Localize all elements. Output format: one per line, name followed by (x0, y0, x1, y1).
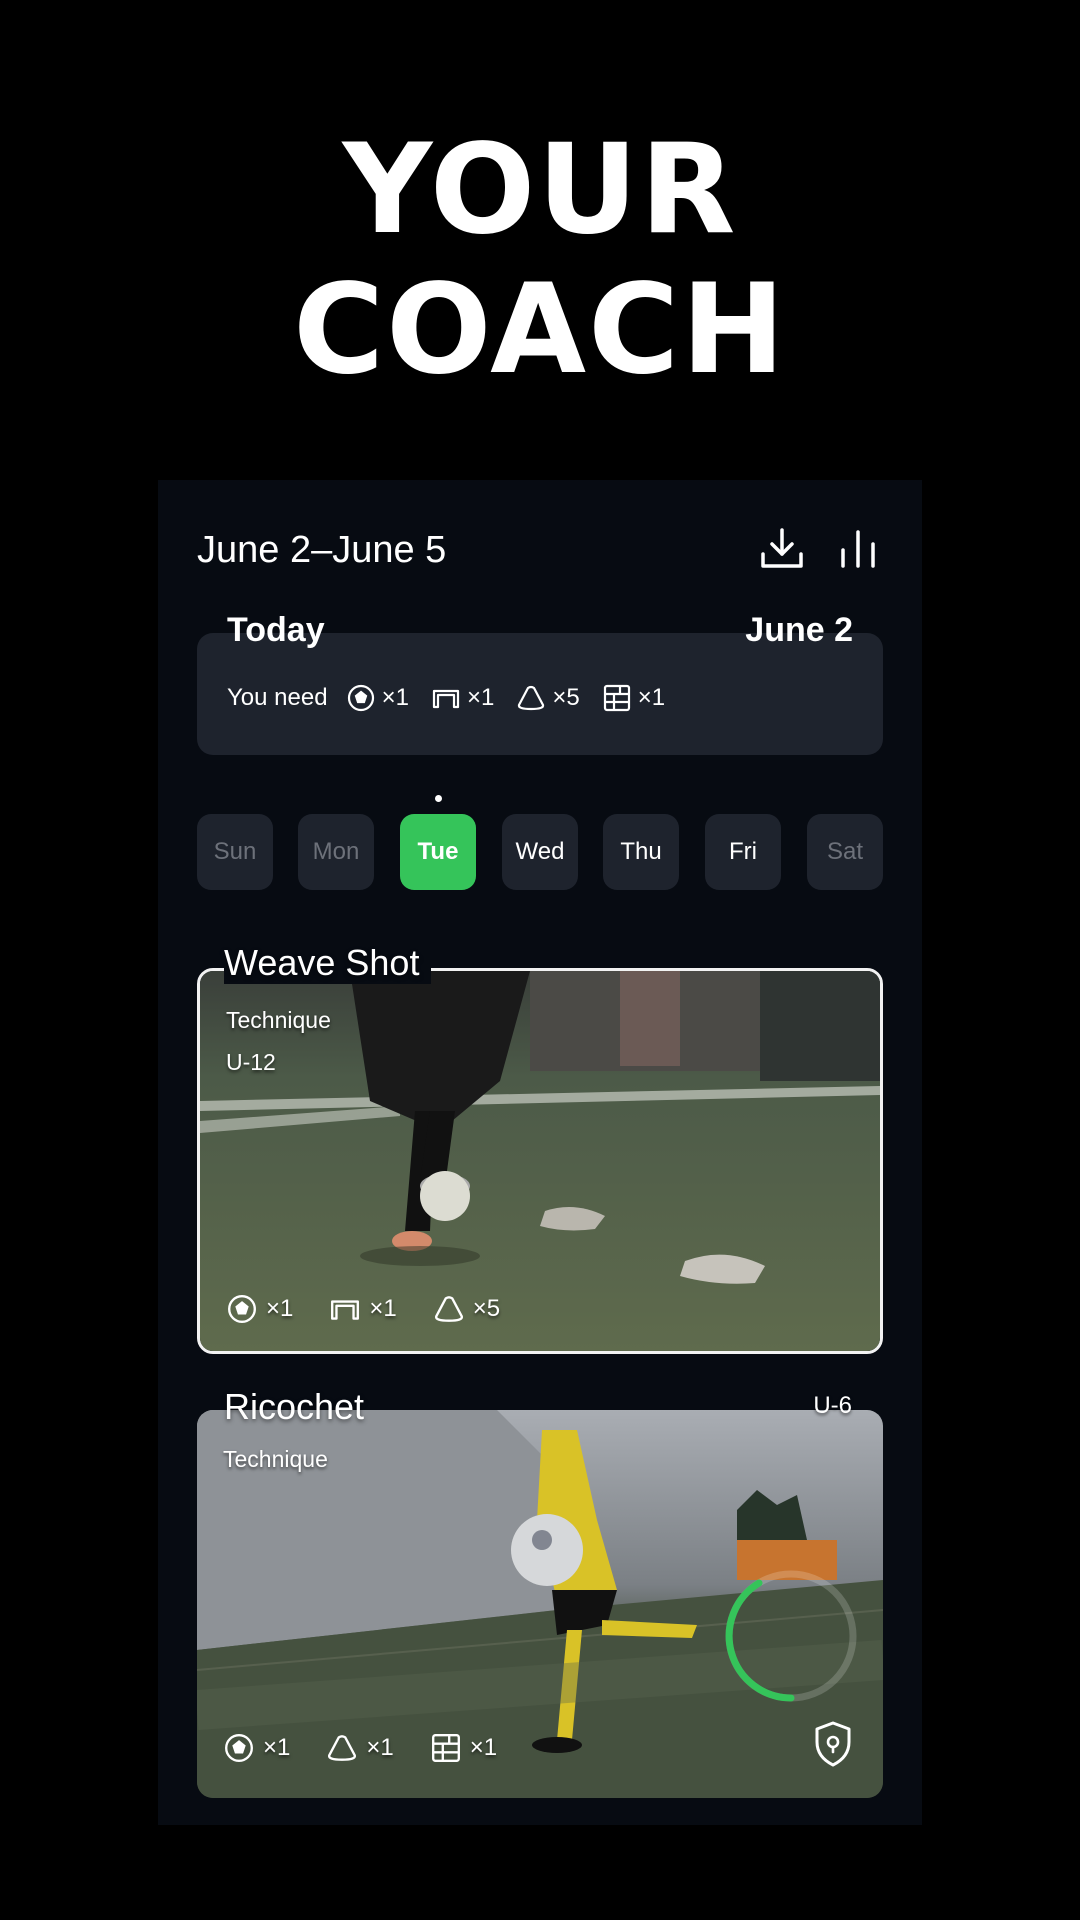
today-indicator-dot (435, 795, 442, 802)
hero-line-2: COACH (293, 258, 787, 402)
cone-icon (328, 1735, 357, 1761)
ball-icon (225, 1734, 253, 1762)
today-title: Today (227, 611, 325, 649)
equipment-ball: ×1 (226, 1293, 293, 1325)
day-sat[interactable]: Sat (807, 814, 883, 890)
day-sun[interactable]: Sun (197, 814, 273, 890)
date-range: June 2–June 5 (197, 529, 447, 571)
drill-card-weave-shot[interactable]: Technique U-12 ×1 ×1 ×5 (197, 968, 883, 1354)
equipment-goal: ×1 (329, 1293, 397, 1325)
equipment-goal: ×1 (431, 683, 494, 713)
top-bar: June 2–June 5 (197, 518, 883, 582)
drill-age: U-12 (226, 1049, 276, 1075)
drill-card-ricochet[interactable]: Technique ×1 ×1 ×1 (197, 1410, 883, 1798)
goal-icon (331, 1300, 360, 1320)
day-tue[interactable]: Tue (400, 814, 476, 890)
equipment-ball: ×1 (346, 683, 409, 713)
equipment-cone: ×5 (433, 1293, 500, 1325)
drill-title: Weave Shot (224, 942, 432, 984)
goal-icon (432, 689, 460, 709)
equipment-count: ×1 (469, 1734, 498, 1761)
drill-age: U-6 (813, 1392, 852, 1419)
shield-lock-icon[interactable] (813, 1720, 853, 1768)
day-fri[interactable]: Fri (705, 814, 781, 890)
equipment-count: ×1 (381, 684, 409, 711)
drill-category: Technique (226, 1007, 331, 1033)
rebounder-icon (431, 1734, 460, 1762)
equipment-count: ×1 (369, 1295, 397, 1322)
equipment-rebounder: ×1 (602, 683, 665, 713)
hero-line-1: YOUR (342, 118, 738, 262)
equipment-count: ×1 (366, 1734, 394, 1761)
equipment-count: ×1 (266, 1295, 294, 1322)
equipment-cone: ×1 (326, 1732, 394, 1764)
app-screen: June 2–June 5 Today June 2 You need ×1 ×… (158, 480, 922, 1825)
ball-icon (347, 684, 374, 712)
drill-equipment: ×1 ×1 ×1 (223, 1732, 533, 1764)
you-need-label: You need (227, 684, 328, 711)
today-card[interactable]: Today June 2 You need ×1 ×1 ×5 ×1 (197, 611, 883, 755)
equipment-needed: You need ×1 ×1 ×5 ×1 (227, 683, 687, 713)
equipment-ball: ×1 (223, 1732, 290, 1764)
cone-icon (434, 1296, 463, 1322)
equipment-count: ×5 (552, 684, 580, 711)
equipment-count: ×1 (263, 1734, 291, 1761)
equipment-count: ×1 (637, 684, 666, 711)
day-selector: Sun Mon Tue Wed Thu Fri Sat (197, 814, 883, 890)
day-mon[interactable]: Mon (298, 814, 374, 890)
bar-chart-icon[interactable] (833, 524, 883, 574)
day-thu[interactable]: Thu (603, 814, 679, 890)
download-icon[interactable] (757, 524, 807, 574)
drill-title: Ricochet (224, 1386, 365, 1427)
equipment-rebounder: ×1 (430, 1732, 497, 1764)
drill-category: Technique (223, 1446, 328, 1472)
cone-icon (518, 685, 545, 711)
hero-title: YOUR COACH (0, 120, 1080, 400)
ball-icon (228, 1295, 256, 1323)
equipment-count: ×5 (472, 1295, 501, 1322)
rebounder-icon (603, 684, 630, 712)
drill-equipment: ×1 ×1 ×5 (226, 1293, 536, 1325)
today-date: June 2 (745, 611, 853, 649)
progress-ring (725, 1570, 857, 1702)
equipment-count: ×1 (466, 684, 495, 711)
equipment-cone: ×5 (516, 683, 580, 713)
day-wed[interactable]: Wed (502, 814, 578, 890)
